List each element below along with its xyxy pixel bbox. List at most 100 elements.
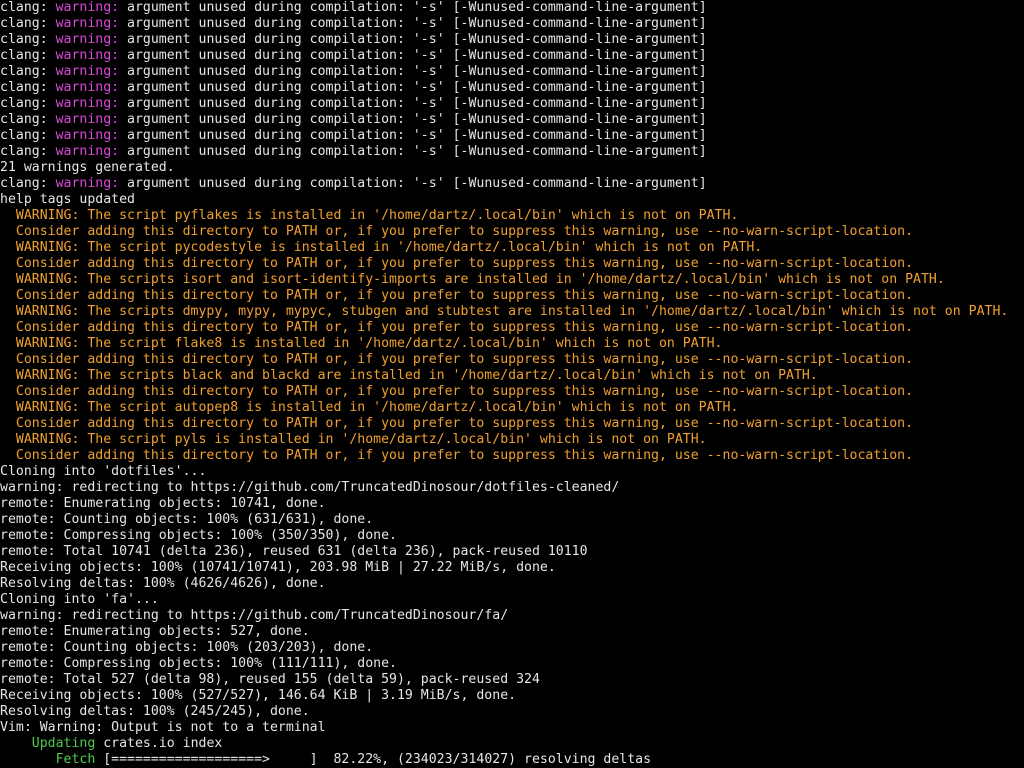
git-output-line: Receiving objects: 100% (10741/10741), 2…	[0, 560, 1024, 576]
git-output-line: warning: redirecting to https://github.c…	[0, 608, 1024, 624]
clang-prefix: clang:	[0, 64, 56, 79]
pip-warning-text: WARNING: The script autopep8 is installe…	[0, 400, 739, 415]
pip-warning-line: WARNING: The script pyls is installed in…	[0, 432, 1024, 448]
git-output-line: remote: Compressing objects: 100% (350/3…	[0, 528, 1024, 544]
vim-warning-line: Vim: Warning: Output is not to a termina…	[0, 720, 1024, 736]
git-output-text: remote: Counting objects: 100% (631/631)…	[0, 512, 374, 527]
git-output-line: remote: Compressing objects: 100% (111/1…	[0, 656, 1024, 672]
clang-warning-line: clang: warning: argument unused during c…	[0, 112, 1024, 128]
clang-warning-line: clang: warning: argument unused during c…	[0, 0, 1024, 16]
clang-prefix: clang:	[0, 48, 56, 63]
pip-warning-text: WARNING: The scripts black and blackd ar…	[0, 368, 818, 383]
git-output-text: Receiving objects: 100% (527/527), 146.6…	[0, 688, 517, 703]
warning-message: argument unused during compilation: '-s'…	[119, 128, 707, 143]
pip-warning-text: WARNING: The script pyls is installed in…	[0, 432, 707, 447]
clang-warning-line: clang: warning: argument unused during c…	[0, 16, 1024, 32]
clang-warning-line: clang: warning: argument unused during c…	[0, 144, 1024, 160]
warning-tag: warning:	[55, 80, 120, 95]
git-output-text: remote: Enumerating objects: 527, done.	[0, 624, 310, 639]
clang-prefix: clang:	[0, 96, 56, 111]
pip-warning-line: WARNING: The scripts black and blackd ar…	[0, 368, 1024, 384]
pip-warning-line: WARNING: The script autopep8 is installe…	[0, 400, 1024, 416]
git-output-line: Cloning into 'dotfiles'...	[0, 464, 1024, 480]
pip-warning-line: WARNING: The script pyflakes is installe…	[0, 208, 1024, 224]
warning-message: argument unused during compilation: '-s'…	[119, 64, 707, 79]
git-output-line: remote: Counting objects: 100% (631/631)…	[0, 512, 1024, 528]
pip-warning-line: WARNING: The scripts dmypy, mypy, mypyc,…	[0, 304, 1024, 320]
pip-warning-line: Consider adding this directory to PATH o…	[0, 448, 1024, 464]
cargo-fetch-label: Fetch	[55, 752, 96, 767]
clang-warning-line: clang: warning: argument unused during c…	[0, 80, 1024, 96]
help-tags-line: help tags updated	[0, 192, 1024, 208]
warning-tag: warning:	[55, 16, 120, 31]
git-output-line: remote: Counting objects: 100% (203/203)…	[0, 640, 1024, 656]
git-output-text: Cloning into 'fa'...	[0, 592, 159, 607]
git-output-text: Cloning into 'dotfiles'...	[0, 464, 207, 479]
warning-tag: warning:	[55, 96, 120, 111]
git-output-line: Resolving deltas: 100% (4626/4626), done…	[0, 576, 1024, 592]
warning-message: argument unused during compilation: '-s'…	[119, 144, 707, 159]
warning-tag: warning:	[55, 32, 120, 47]
clang-warning-line: clang: warning: argument unused during c…	[0, 48, 1024, 64]
git-output-text: remote: Total 527 (delta 98), reused 155…	[0, 672, 540, 687]
pip-warning-line: Consider adding this directory to PATH o…	[0, 320, 1024, 336]
pip-warning-text: Consider adding this directory to PATH o…	[0, 288, 914, 303]
clang-prefix: clang:	[0, 144, 56, 159]
warnings-summary-line: 21 warnings generated.	[0, 160, 1024, 176]
git-output-text: remote: Counting objects: 100% (203/203)…	[0, 640, 374, 655]
vim-warning-text: Vim: Warning: Output is not to a termina…	[0, 720, 326, 735]
pip-warning-text: Consider adding this directory to PATH o…	[0, 384, 914, 399]
git-output-text: remote: Compressing objects: 100% (111/1…	[0, 656, 397, 671]
pip-warning-text: Consider adding this directory to PATH o…	[0, 352, 914, 367]
git-output-text: remote: Compressing objects: 100% (350/3…	[0, 528, 397, 543]
warning-tag: warning:	[55, 112, 120, 127]
warning-tag: warning:	[55, 0, 120, 15]
clang-prefix: clang:	[0, 0, 56, 15]
cargo-updating-label: Updating	[31, 736, 96, 751]
git-output-line: remote: Enumerating objects: 527, done.	[0, 624, 1024, 640]
pip-warning-text: Consider adding this directory to PATH o…	[0, 256, 914, 271]
warnings-summary: 21 warnings generated.	[0, 160, 175, 175]
pip-warning-line: Consider adding this directory to PATH o…	[0, 256, 1024, 272]
pip-warning-line: Consider adding this directory to PATH o…	[0, 224, 1024, 240]
pip-warning-line: Consider adding this directory to PATH o…	[0, 416, 1024, 432]
warning-message: argument unused during compilation: '-s'…	[119, 112, 707, 127]
help-tags-text: help tags updated	[0, 192, 135, 207]
clang-prefix: clang:	[0, 16, 56, 31]
clang-prefix: clang:	[0, 112, 56, 127]
clang-warning-line: clang: warning: argument unused during c…	[0, 64, 1024, 80]
terminal-output[interactable]: clang: warning: argument unused during c…	[0, 0, 1024, 768]
git-output-line: remote: Enumerating objects: 10741, done…	[0, 496, 1024, 512]
cargo-fetch-line: Fetch [===================> ] 82.22%, (2…	[0, 752, 1024, 768]
pip-warning-line: WARNING: The scripts isort and isort-ide…	[0, 272, 1024, 288]
clang-warning-line: clang: warning: argument unused during c…	[0, 32, 1024, 48]
pip-warning-text: Consider adding this directory to PATH o…	[0, 416, 914, 431]
git-output-text: Receiving objects: 100% (10741/10741), 2…	[0, 560, 556, 575]
pip-warning-text: WARNING: The script pycodestyle is insta…	[0, 240, 763, 255]
warning-message: argument unused during compilation: '-s'…	[119, 176, 707, 191]
warning-message: argument unused during compilation: '-s'…	[119, 48, 707, 63]
git-output-text: Resolving deltas: 100% (245/245), done.	[0, 704, 310, 719]
warning-message: argument unused during compilation: '-s'…	[119, 16, 707, 31]
git-output-text: warning: redirecting to https://github.c…	[0, 608, 509, 623]
cargo-updating-text: crates.io index	[95, 736, 223, 751]
warning-message: argument unused during compilation: '-s'…	[119, 32, 707, 47]
git-output-text: remote: Total 10741 (delta 236), reused …	[0, 544, 588, 559]
clang-prefix: clang:	[0, 176, 56, 191]
pip-warning-line: WARNING: The script flake8 is installed …	[0, 336, 1024, 352]
pip-warning-line: Consider adding this directory to PATH o…	[0, 288, 1024, 304]
git-output-line: Receiving objects: 100% (527/527), 146.6…	[0, 688, 1024, 704]
git-output-text: remote: Enumerating objects: 10741, done…	[0, 496, 326, 511]
clang-prefix: clang:	[0, 128, 56, 143]
pip-warning-text: Consider adding this directory to PATH o…	[0, 224, 914, 239]
clang-warning-line: clang: warning: argument unused during c…	[0, 128, 1024, 144]
clang-warning-line: clang: warning: argument unused during c…	[0, 96, 1024, 112]
clang-prefix: clang:	[0, 32, 56, 47]
pip-warning-text: Consider adding this directory to PATH o…	[0, 320, 914, 335]
warning-message: argument unused during compilation: '-s'…	[119, 80, 707, 95]
git-output-line: Resolving deltas: 100% (245/245), done.	[0, 704, 1024, 720]
warning-tag: warning:	[55, 48, 120, 63]
warning-message: argument unused during compilation: '-s'…	[119, 96, 707, 111]
